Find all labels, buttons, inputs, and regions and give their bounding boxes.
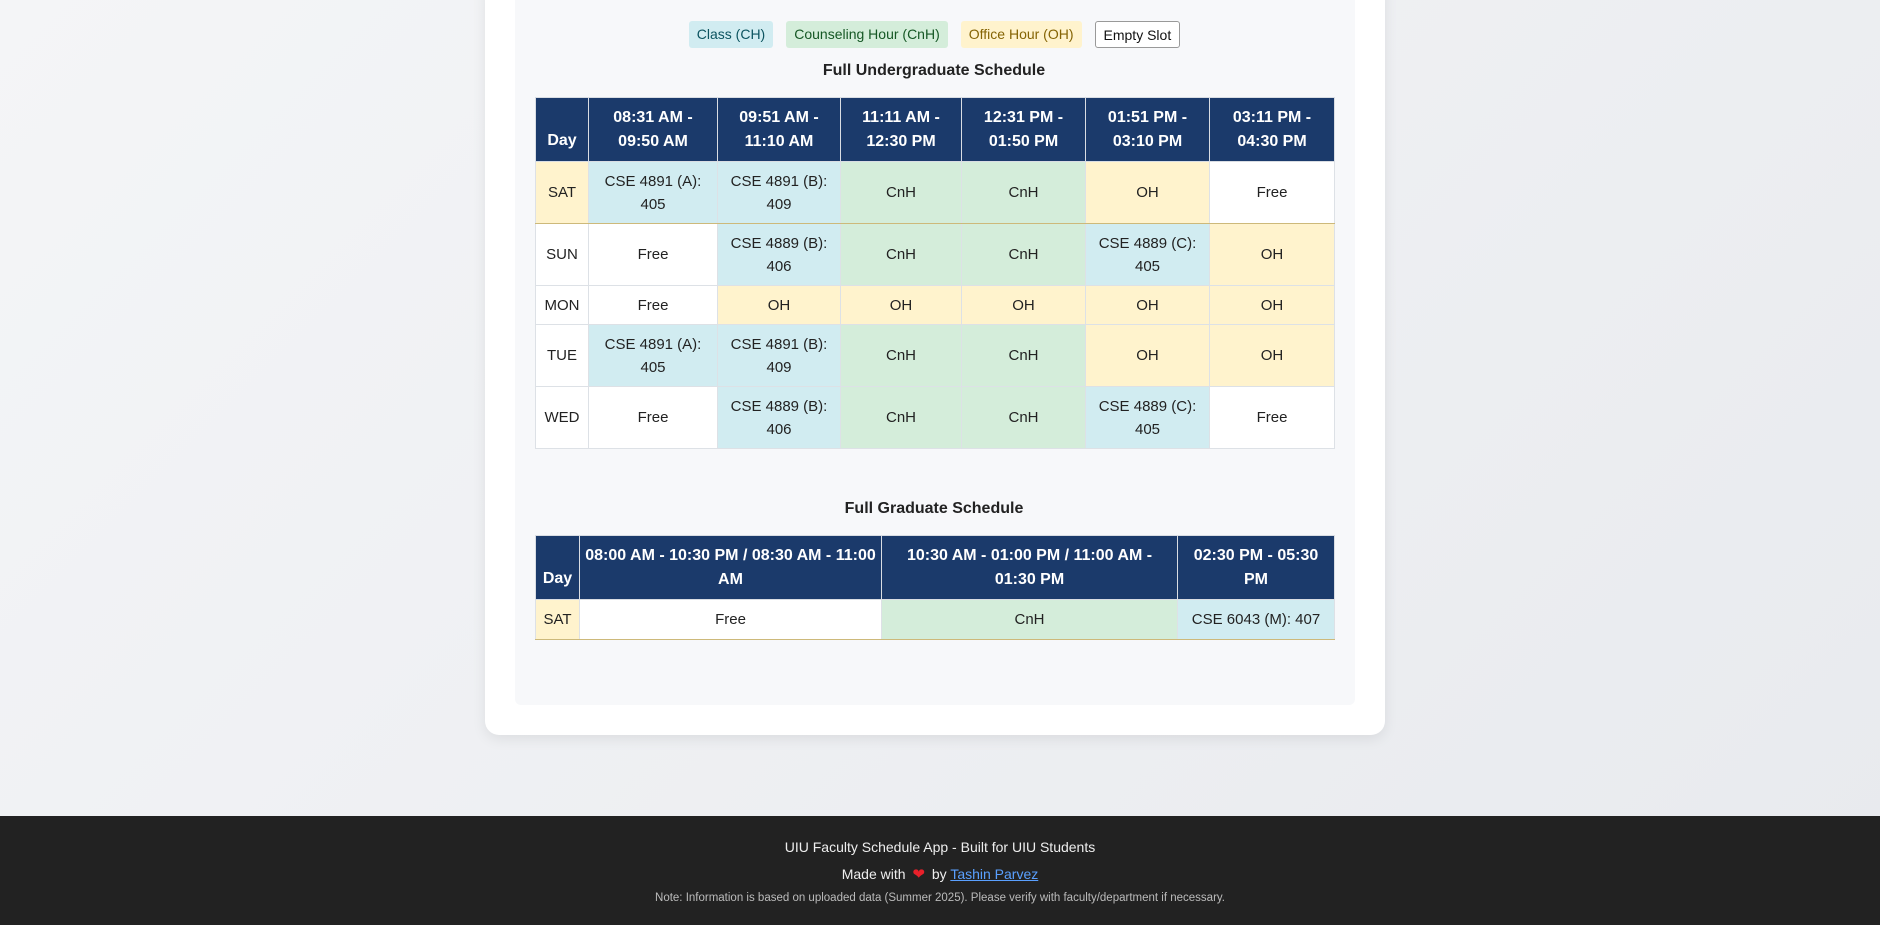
footer-note: Note: Information is based on uploaded d… bbox=[655, 892, 1225, 904]
schedule-cell: CSE 4889 (B): 406 bbox=[717, 386, 841, 449]
schedule-cell: Free bbox=[588, 386, 718, 449]
slot-header: 08:31 AM - 09:50 AM bbox=[588, 97, 718, 162]
grad-schedule-table: Day 08:00 AM - 10:30 PM / 08:30 AM - 11:… bbox=[535, 535, 1335, 640]
table-header-row: Day 08:00 AM - 10:30 PM / 08:30 AM - 11:… bbox=[535, 535, 1335, 600]
schedule-cell: CnH bbox=[961, 324, 1086, 387]
schedule-cell: CnH bbox=[840, 386, 962, 449]
schedule-cell: CSE 4889 (B): 406 bbox=[717, 223, 841, 286]
slot-header: 11:11 AM - 12:30 PM bbox=[840, 97, 962, 162]
footer-credit: Made with ❤ by Tashin Parvez bbox=[0, 865, 1880, 883]
footer: UIU Faculty Schedule App - Built for UIU… bbox=[0, 816, 1880, 925]
schedule-cell: Free bbox=[588, 285, 718, 325]
day-header: Day bbox=[535, 97, 589, 162]
slot-header: 09:51 AM - 11:10 AM bbox=[717, 97, 841, 162]
footer-tagline: UIU Faculty Schedule App - Built for UIU… bbox=[784, 839, 1096, 855]
schedule-cell: CnH bbox=[840, 223, 962, 286]
legend-office-hour: Office Hour (OH) bbox=[960, 21, 1082, 48]
table-row: SAT CSE 4891 (A): 405 CSE 4891 (B): 409 … bbox=[535, 161, 1335, 224]
legend-empty-slot: Empty Slot bbox=[1094, 21, 1181, 48]
schedule-cell: CSE 4891 (B): 409 bbox=[717, 324, 841, 387]
schedule-cell: CSE 6043 (M): 407 bbox=[1177, 599, 1335, 640]
schedule-cell: CSE 4891 (B): 409 bbox=[717, 161, 841, 224]
day-cell: WED bbox=[535, 386, 589, 449]
slot-header: 08:00 AM - 10:30 PM / 08:30 AM - 11:00 A… bbox=[579, 535, 882, 600]
schedule-cell: OH bbox=[961, 285, 1086, 325]
slot-header: 12:31 PM - 01:50 PM bbox=[961, 97, 1086, 162]
schedule-cell: CnH bbox=[840, 324, 962, 387]
legend-class: Class (CH) bbox=[688, 21, 774, 48]
schedule-cell: CnH bbox=[840, 161, 962, 224]
day-cell: TUE bbox=[535, 324, 589, 387]
slot-header: 10:30 AM - 01:00 PM / 11:00 AM - 01:30 P… bbox=[881, 535, 1178, 600]
schedule-cell: CSE 4891 (A): 405 bbox=[588, 324, 718, 387]
undergrad-schedule-table: Day 08:31 AM - 09:50 AM 09:51 AM - 11:10… bbox=[535, 97, 1335, 449]
schedule-cell: OH bbox=[1085, 161, 1210, 224]
day-cell: SAT bbox=[535, 599, 580, 640]
table-row: SAT Free CnH CSE 6043 (M): 407 bbox=[535, 599, 1335, 640]
schedule-cell: CnH bbox=[961, 386, 1086, 449]
schedule-cell: OH bbox=[840, 285, 962, 325]
table-row: TUE CSE 4891 (A): 405 CSE 4891 (B): 409 … bbox=[535, 324, 1335, 387]
table-row: WED Free CSE 4889 (B): 406 CnH CnH CSE 4… bbox=[535, 386, 1335, 449]
table-row: MON Free OH OH OH OH OH bbox=[535, 285, 1335, 325]
schedule-cell: Free bbox=[1209, 161, 1335, 224]
schedule-cell: OH bbox=[1085, 285, 1210, 325]
schedule-cell: Free bbox=[579, 599, 882, 640]
schedule-cell: CnH bbox=[961, 161, 1086, 224]
day-header: Day bbox=[535, 535, 580, 600]
heart-icon: ❤ bbox=[912, 866, 925, 883]
schedule-cell: OH bbox=[717, 285, 841, 325]
by-text: by bbox=[931, 866, 947, 882]
schedule-cell: OH bbox=[1085, 324, 1210, 387]
schedule-cell: Free bbox=[1209, 386, 1335, 449]
table-header-row: Day 08:31 AM - 09:50 AM 09:51 AM - 11:10… bbox=[535, 97, 1335, 162]
undergrad-title: Full Undergraduate Schedule bbox=[822, 62, 1046, 79]
slot-header: 02:30 PM - 05:30 PM bbox=[1177, 535, 1335, 600]
schedule-cell: CSE 4891 (A): 405 bbox=[588, 161, 718, 224]
day-cell: SAT bbox=[535, 161, 589, 224]
table-row: SUN Free CSE 4889 (B): 406 CnH CnH CSE 4… bbox=[535, 223, 1335, 286]
day-cell: SUN bbox=[535, 223, 589, 286]
schedule-cell: Free bbox=[588, 223, 718, 286]
author-link[interactable]: Tashin Parvez bbox=[950, 866, 1038, 882]
schedule-cell: CSE 4889 (C): 405 bbox=[1085, 223, 1210, 286]
schedule-cell: OH bbox=[1209, 285, 1335, 325]
slot-header: 01:51 PM - 03:10 PM bbox=[1085, 97, 1210, 162]
schedule-cell: OH bbox=[1209, 223, 1335, 286]
legend: Class (CH) Counseling Hour (CnH) Office … bbox=[0, 21, 1869, 48]
schedule-cell: CnH bbox=[961, 223, 1086, 286]
legend-counseling-hour: Counseling Hour (CnH) bbox=[786, 21, 948, 48]
schedule-cell: OH bbox=[1209, 324, 1335, 387]
slot-header: 03:11 PM - 04:30 PM bbox=[1209, 97, 1335, 162]
schedule-cell: CnH bbox=[881, 599, 1178, 640]
made-with-text: Made with bbox=[841, 866, 906, 882]
schedule-cell: CSE 4889 (C): 405 bbox=[1085, 386, 1210, 449]
grad-title: Full Graduate Schedule bbox=[844, 500, 1024, 517]
day-cell: MON bbox=[535, 285, 589, 325]
